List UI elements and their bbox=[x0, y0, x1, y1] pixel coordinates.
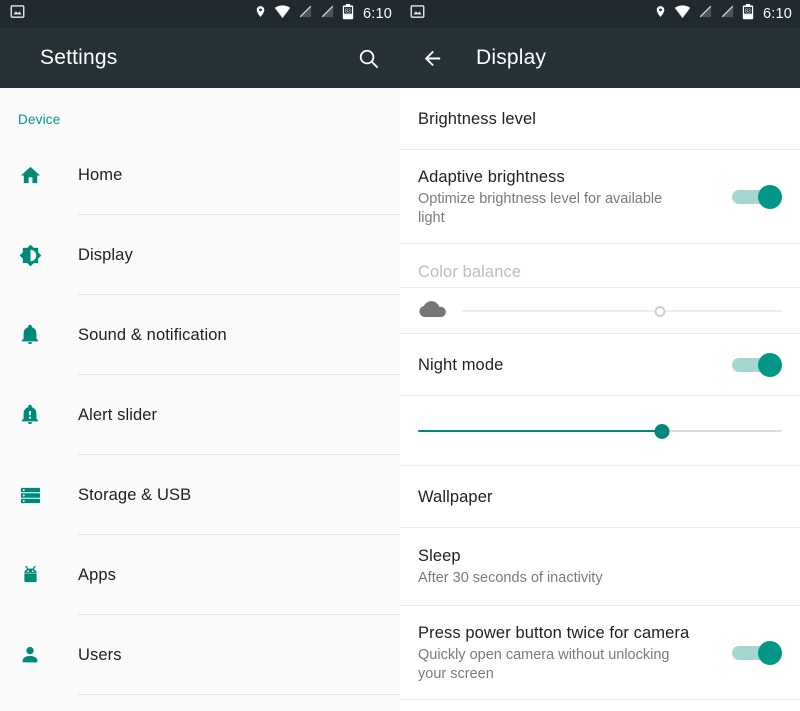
row-subtitle: Quickly open camera without unlocking yo… bbox=[418, 646, 670, 682]
slider-fill bbox=[418, 430, 662, 432]
slider-thumb[interactable] bbox=[654, 424, 670, 439]
row-subtitle: Optimize brightness level for available … bbox=[418, 190, 663, 226]
sidebar-item-label: Sound & notification bbox=[78, 325, 227, 344]
row-title: Adaptive brightness bbox=[418, 167, 565, 186]
switch-thumb bbox=[758, 353, 782, 377]
row-sleep[interactable]: Sleep After 30 seconds of inactivity bbox=[400, 528, 800, 606]
bell-alert-icon bbox=[18, 403, 42, 427]
row-title: Brightness level bbox=[418, 109, 537, 128]
color-balance-slider-row[interactable] bbox=[400, 288, 800, 334]
status-bar-right-left-icons bbox=[410, 4, 425, 24]
night-mode-intensity-slider[interactable] bbox=[418, 417, 782, 445]
svg-text:83: 83 bbox=[745, 8, 751, 14]
page-title: Settings bbox=[40, 46, 118, 69]
press-power-twice-camera-toggle[interactable] bbox=[730, 639, 782, 667]
row-subtitle: After 30 seconds of inactivity bbox=[418, 570, 603, 586]
android-icon bbox=[18, 563, 42, 587]
switch-thumb bbox=[758, 641, 782, 665]
switch-thumb bbox=[758, 185, 782, 209]
location-icon bbox=[254, 4, 267, 24]
sidebar-item-alert-slider[interactable]: Alert slider bbox=[0, 375, 400, 455]
signal-off-icon-2 bbox=[320, 4, 335, 24]
sidebar-item-display[interactable]: Display bbox=[0, 215, 400, 295]
row-color-balance-title: Color balance bbox=[400, 244, 800, 288]
storage-icon bbox=[18, 483, 42, 507]
section-label-device: Device bbox=[18, 112, 61, 127]
sidebar-item-sound-notification[interactable]: Sound & notification bbox=[0, 295, 400, 375]
sidebar-item-label: Apps bbox=[78, 565, 117, 584]
row-text: Color balance bbox=[418, 262, 782, 283]
row-text: Night mode bbox=[418, 355, 730, 376]
cloud-icon bbox=[418, 298, 448, 325]
row-wallpaper[interactable]: Wallpaper bbox=[400, 466, 800, 528]
status-bar-left: 83 6:10 bbox=[0, 0, 400, 28]
sidebar-item-label: Users bbox=[78, 645, 122, 664]
home-icon bbox=[18, 163, 42, 187]
adaptive-brightness-toggle[interactable] bbox=[730, 183, 782, 211]
status-bar-left-icons bbox=[10, 4, 25, 24]
slider-track bbox=[462, 310, 782, 312]
left-pane-settings: 83 6:10 Settings Device Home Display Sou… bbox=[0, 0, 400, 711]
sidebar-item-label: Home bbox=[78, 165, 123, 184]
row-title: Sleep bbox=[418, 547, 461, 565]
dual-pane-settings-screenshot: 83 6:10 Settings Device Home Display Sou… bbox=[0, 0, 800, 711]
row-press-power-twice-camera[interactable]: Press power button twice for camera Quic… bbox=[400, 606, 800, 700]
sidebar-item-label: Alert slider bbox=[78, 405, 158, 424]
display-app-bar: Display bbox=[400, 28, 800, 88]
status-bar-clock: 6:10 bbox=[762, 6, 792, 22]
signal-off-icon-2 bbox=[720, 4, 735, 24]
sidebar-item-apps[interactable]: Apps bbox=[0, 535, 400, 615]
row-text: Press power button twice for camera Quic… bbox=[418, 623, 730, 684]
search-icon[interactable] bbox=[350, 40, 386, 76]
color-balance-slider[interactable] bbox=[462, 297, 782, 325]
night-mode-toggle[interactable] bbox=[730, 351, 782, 379]
wifi-icon bbox=[274, 4, 291, 24]
screenshot-icon bbox=[10, 4, 25, 24]
row-title: Press power button twice for camera bbox=[418, 623, 690, 642]
row-text: Wallpaper bbox=[418, 487, 782, 508]
right-pane-display: 83 6:10 Display Brightness level Adaptiv… bbox=[400, 0, 800, 711]
slider-thumb[interactable] bbox=[654, 306, 666, 317]
battery-icon: 83 bbox=[742, 3, 754, 25]
brightness-icon bbox=[18, 243, 42, 267]
svg-text:83: 83 bbox=[345, 8, 351, 14]
signal-off-icon-1 bbox=[698, 4, 713, 24]
status-bar-clock: 6:10 bbox=[362, 6, 392, 22]
settings-app-bar: Settings bbox=[0, 28, 400, 88]
row-night-mode[interactable]: Night mode bbox=[400, 334, 800, 396]
row-adaptive-brightness[interactable]: Adaptive brightness Optimize brightness … bbox=[400, 150, 800, 244]
signal-off-icon-1 bbox=[298, 4, 313, 24]
back-arrow-icon[interactable] bbox=[414, 40, 450, 76]
screenshot-icon bbox=[410, 4, 425, 24]
night-mode-intensity-row[interactable] bbox=[400, 396, 800, 466]
person-icon bbox=[18, 643, 42, 667]
sidebar-item-label: Storage & USB bbox=[78, 485, 192, 504]
sidebar-item-users[interactable]: Users bbox=[0, 615, 400, 695]
row-title: Color balance bbox=[418, 262, 522, 281]
wifi-icon bbox=[674, 4, 691, 24]
settings-nav-list: Home Display Sound & notification Alert … bbox=[0, 127, 400, 695]
row-brightness-level[interactable]: Brightness level bbox=[400, 88, 800, 150]
sidebar-item-label: Display bbox=[78, 245, 133, 264]
status-bar-right-icons: 83 6:10 bbox=[254, 3, 392, 25]
page-title: Display bbox=[476, 46, 547, 69]
row-text: Sleep After 30 seconds of inactivity bbox=[418, 546, 782, 588]
row-title: Night mode bbox=[418, 355, 504, 374]
sidebar-item-home[interactable]: Home bbox=[0, 135, 400, 215]
row-title: Wallpaper bbox=[418, 487, 493, 506]
status-bar-right: 83 6:10 bbox=[400, 0, 800, 28]
bell-icon bbox=[18, 323, 42, 347]
row-text: Brightness level bbox=[418, 109, 782, 130]
sidebar-item-storage-usb[interactable]: Storage & USB bbox=[0, 455, 400, 535]
location-icon bbox=[654, 4, 667, 24]
status-bar-right-icons: 83 6:10 bbox=[654, 3, 792, 25]
battery-icon: 83 bbox=[342, 3, 354, 25]
row-text: Adaptive brightness Optimize brightness … bbox=[418, 167, 730, 228]
